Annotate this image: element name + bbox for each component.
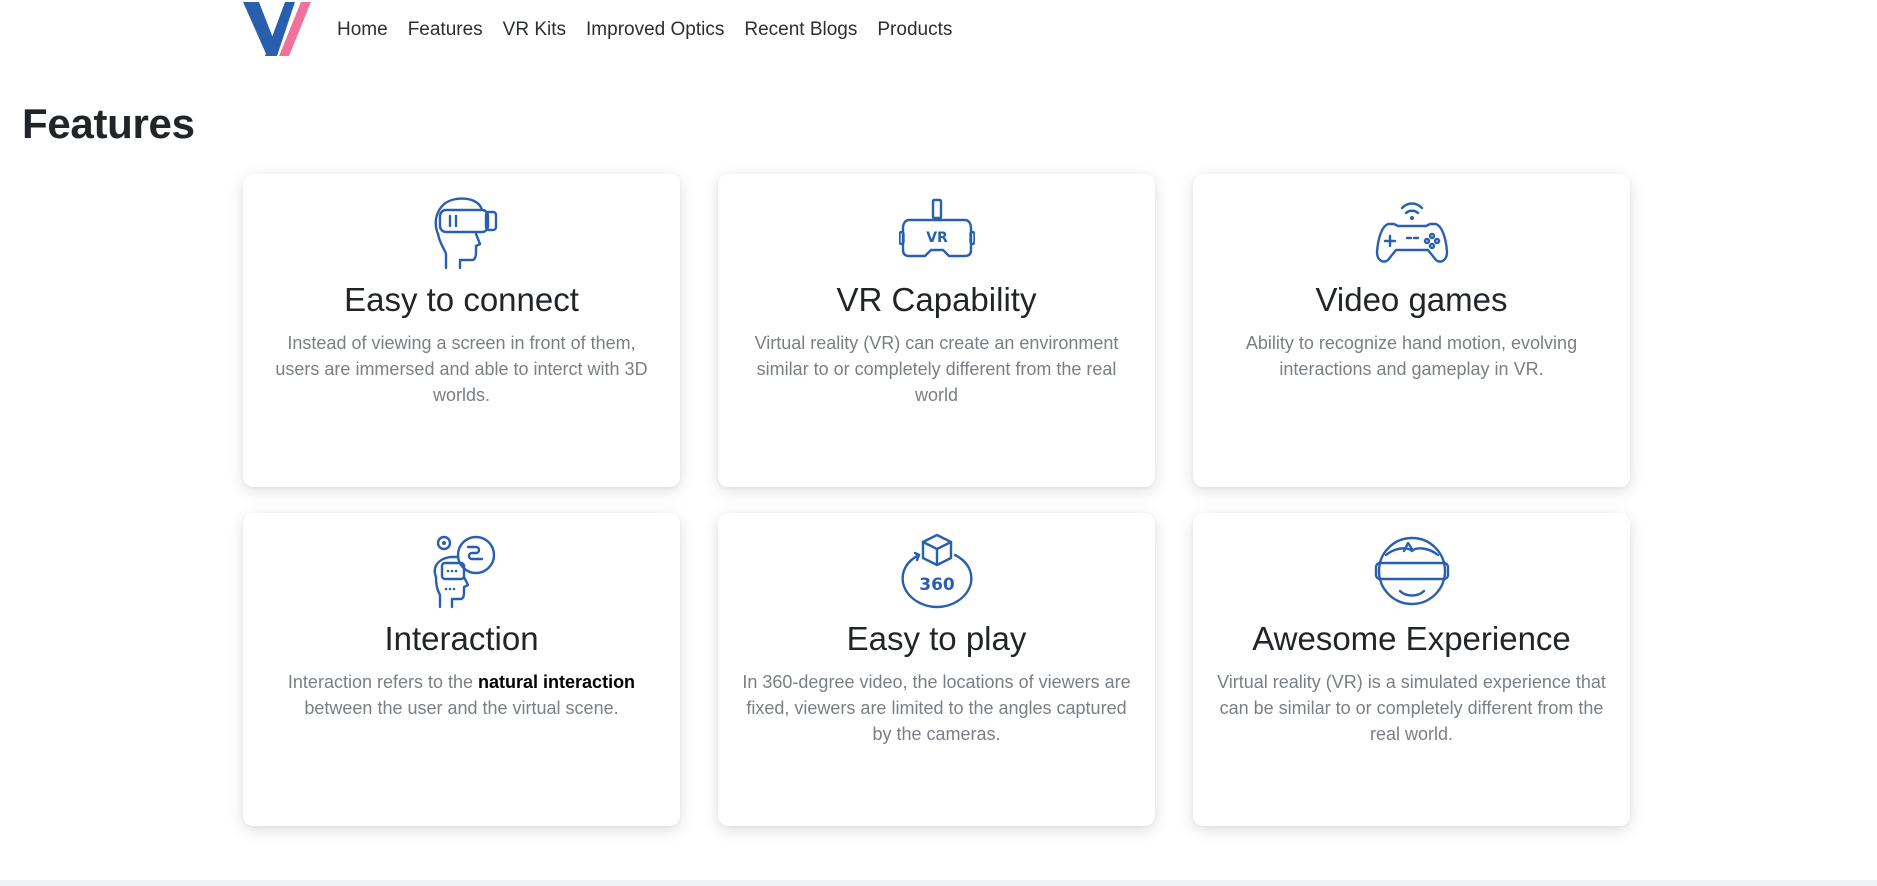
feature-description: Instead of viewing a screen in front of …	[275, 333, 648, 406]
feature-description-end: between the user and the virtual scene.	[304, 698, 619, 719]
feature-card: Awesome Experience Virtual reality (VR) …	[1193, 513, 1630, 826]
interaction-icon	[433, 535, 495, 609]
feature-card: Video games Ability to recognize hand mo…	[1193, 174, 1630, 487]
feature-title: Easy to connect	[344, 281, 579, 318]
feature-title: Awesome Experience	[1252, 620, 1571, 657]
nav-link-home[interactable]: Home	[337, 19, 388, 41]
nav-links: Home Features VR Kits Improved Optics Re…	[337, 19, 972, 41]
feature-title: VR Capability	[836, 281, 1037, 318]
nav-link-recent-blogs[interactable]: Recent Blogs	[744, 19, 857, 41]
feature-description: In 360-degree video, the locations of vi…	[742, 672, 1131, 745]
feature-card: Easy to connect Instead of viewing a scr…	[243, 174, 680, 487]
navbar: Home Features VR Kits Improved Optics Re…	[243, 0, 972, 60]
features-grid: Easy to connect Instead of viewing a scr…	[243, 174, 1631, 826]
section-title: Features	[22, 100, 195, 147]
footer-divider	[0, 880, 1877, 886]
nav-link-products[interactable]: Products	[877, 19, 952, 41]
brand-logo[interactable]	[243, 0, 313, 58]
feature-card: VR VR Capability Virtual reality (VR) ca…	[718, 174, 1155, 487]
feature-card: 360 Easy to play In 360-degree video, th…	[718, 513, 1155, 826]
gamepad-icon	[1375, 202, 1448, 263]
feature-title: Easy to play	[846, 620, 1027, 657]
feature-description: Virtual reality (VR) can create an envir…	[754, 333, 1119, 406]
feature-description: Ability to recognize hand motion, evolvi…	[1245, 333, 1578, 380]
vr-headset-label: VR	[926, 230, 948, 246]
feature-card: Interaction Interaction refers to the na…	[243, 513, 680, 826]
vr-head-icon	[434, 197, 497, 270]
feature-title: Video games	[1315, 281, 1508, 318]
vr-face-icon	[1374, 536, 1449, 606]
feature-description-start: Interaction refers to the	[287, 672, 479, 693]
cube-360-icon: 360	[900, 533, 973, 609]
feature-description: Interaction refers to the natural intera…	[243, 669, 680, 721]
feature-description-emphasis: natural interaction	[478, 672, 636, 693]
cube-360-label: 360	[919, 575, 955, 595]
page: Home Features VR Kits Improved Optics Re…	[0, 0, 1877, 886]
nav-link-features[interactable]: Features	[408, 19, 483, 41]
feature-description: Virtual reality (VR) is a simulated expe…	[1217, 672, 1606, 745]
feature-title: Interaction	[384, 620, 539, 657]
vr-headset-icon: VR	[898, 198, 975, 258]
nav-link-improved-optics[interactable]: Improved Optics	[586, 19, 724, 41]
nav-link-vr-kits[interactable]: VR Kits	[503, 19, 566, 41]
